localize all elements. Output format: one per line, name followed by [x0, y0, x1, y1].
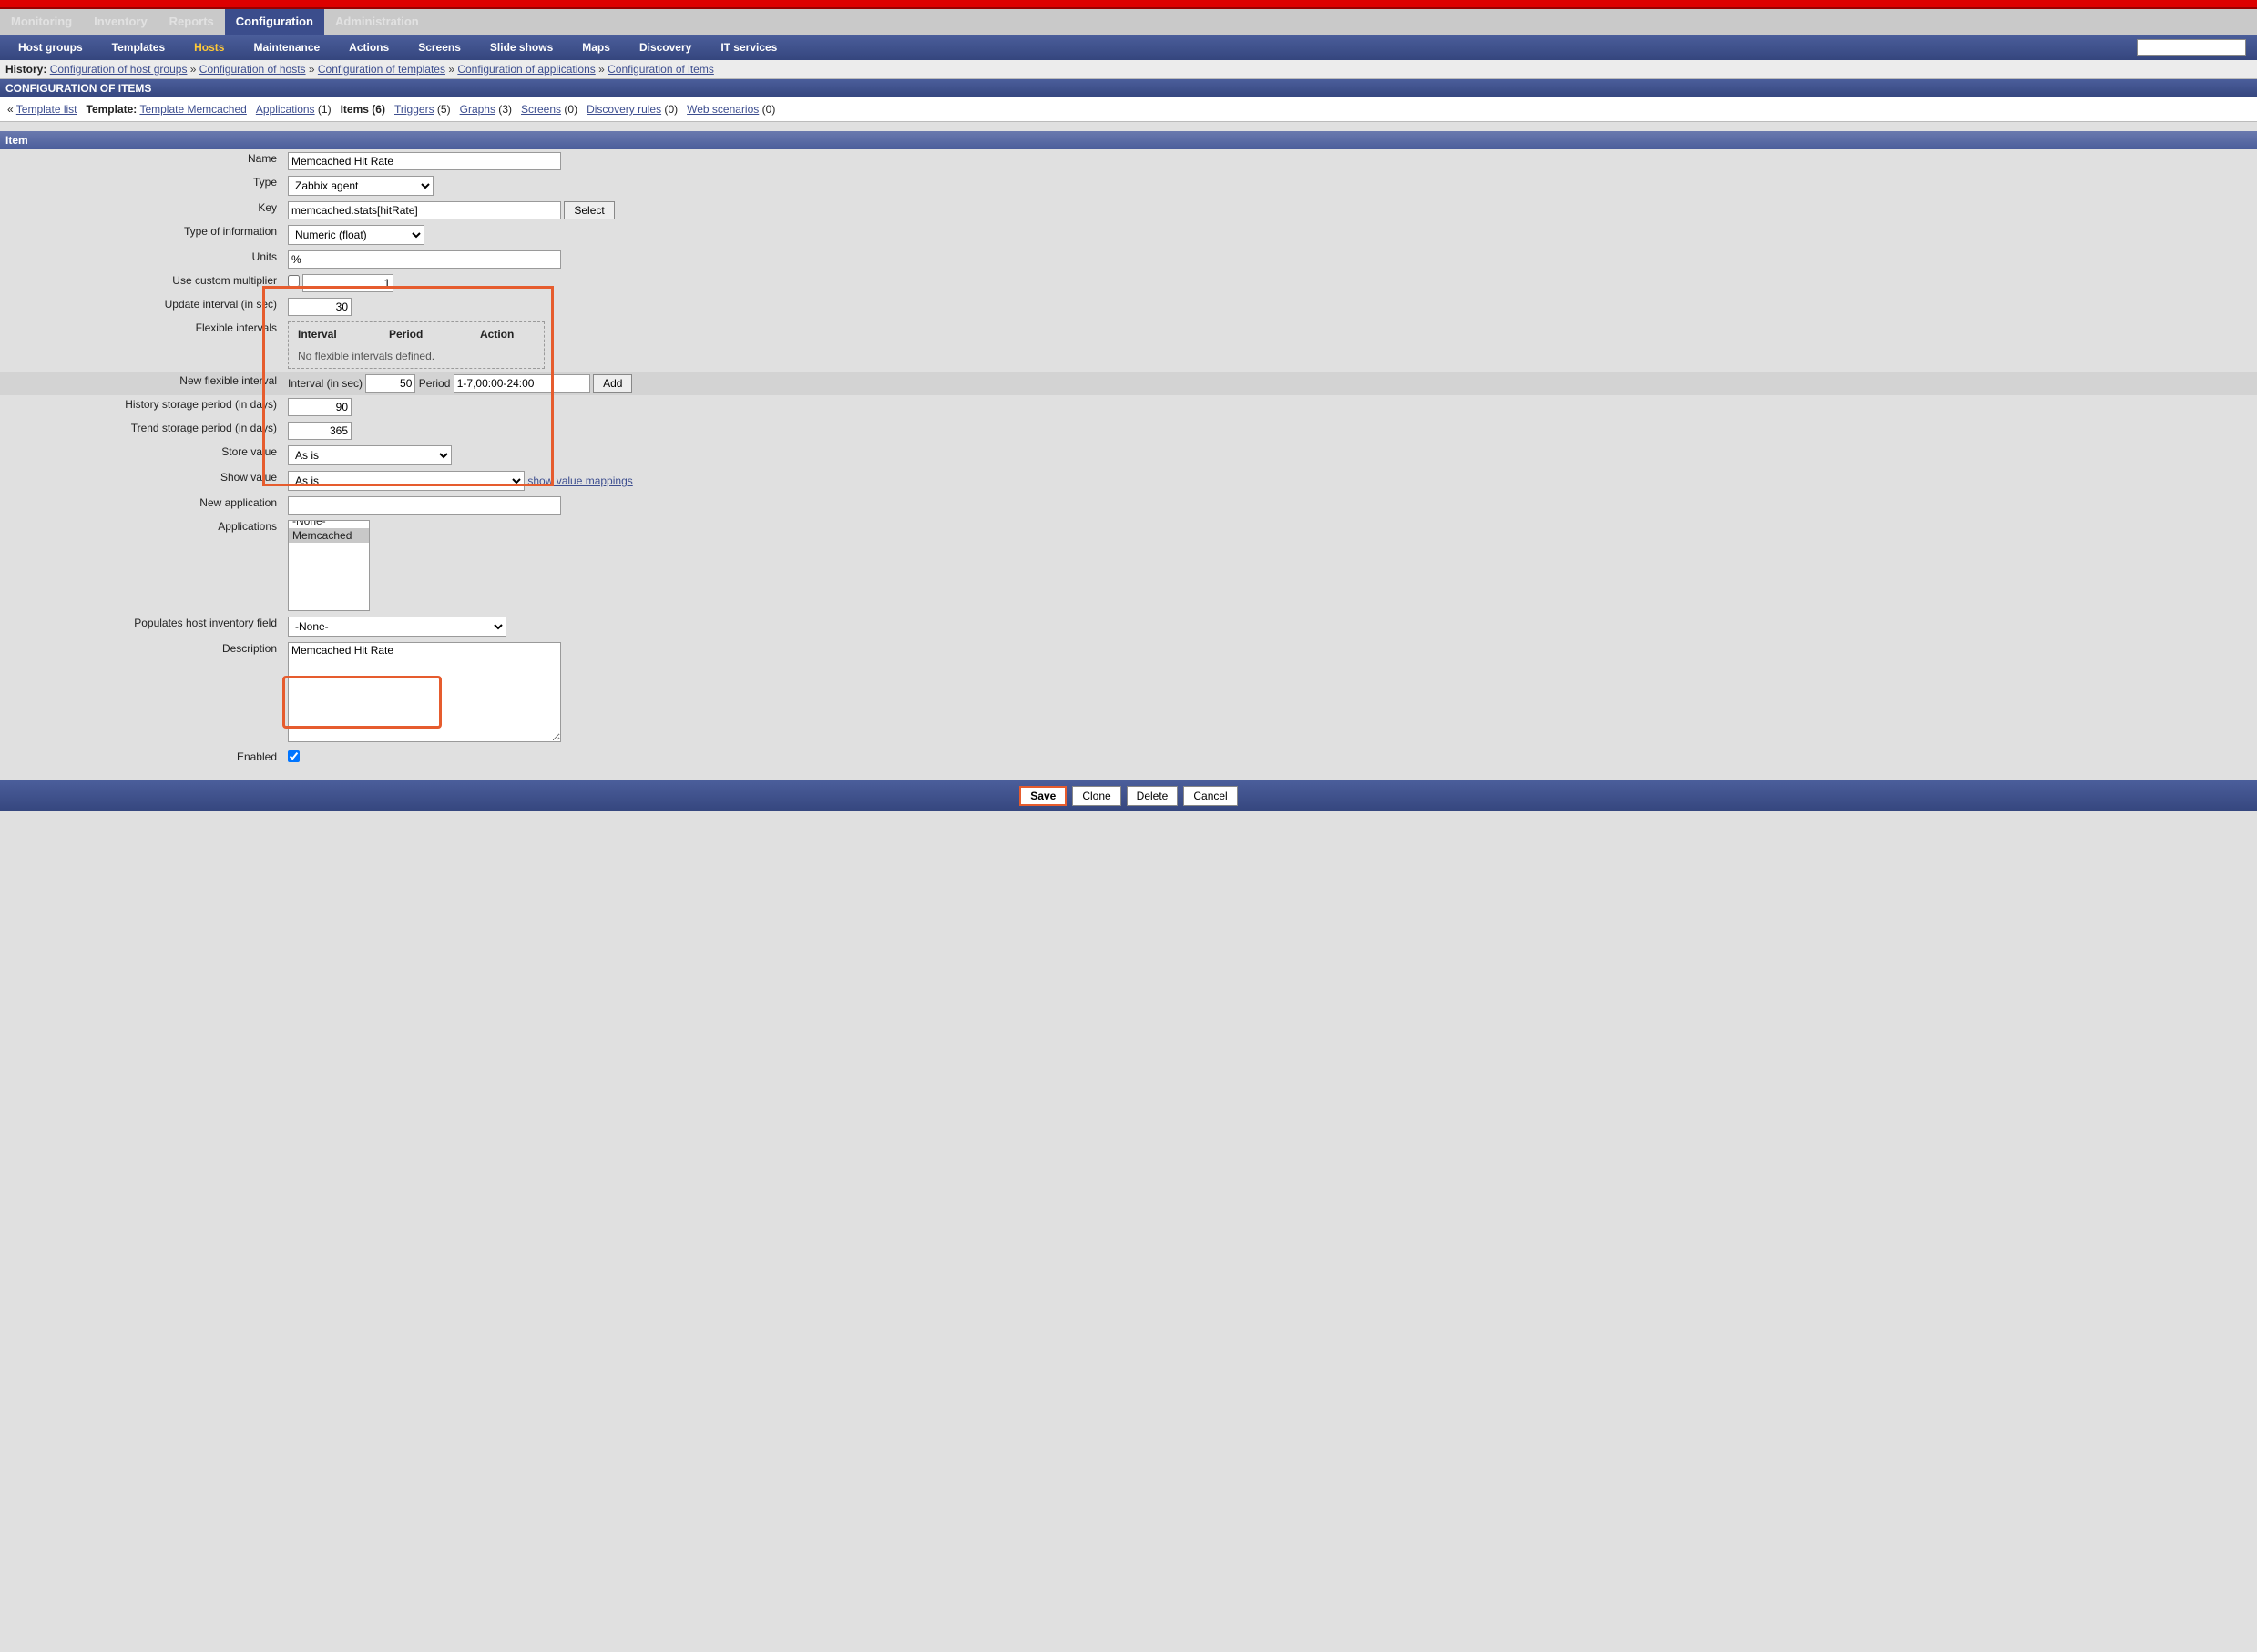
label-trend: Trend storage period (in days): [0, 419, 282, 443]
subnav-discovery[interactable]: Discovery: [625, 41, 706, 54]
subnav-itservices[interactable]: IT services: [706, 41, 791, 54]
newflex-add-button[interactable]: Add: [593, 374, 632, 393]
newapp-input[interactable]: [288, 496, 561, 515]
name-input[interactable]: [288, 152, 561, 170]
clone-button[interactable]: Clone: [1072, 786, 1120, 806]
template-name-link[interactable]: Template Memcached: [139, 103, 246, 116]
show-value-mappings-link[interactable]: show value mappings: [527, 474, 632, 487]
inventory-select[interactable]: -None-: [288, 617, 506, 637]
search-input[interactable]: [2137, 39, 2246, 56]
history-bar: History: Configuration of host groups » …: [0, 60, 2257, 79]
save-button[interactable]: Save: [1019, 786, 1067, 806]
breadcrumb: « Template list Template: Template Memca…: [0, 97, 2257, 122]
label-units: Units: [0, 248, 282, 271]
subnav-screens[interactable]: Screens: [403, 41, 475, 54]
key-select-button[interactable]: Select: [564, 201, 614, 219]
label-show: Show value: [0, 468, 282, 494]
crumb-screens[interactable]: Screens: [521, 103, 561, 116]
nav-configuration[interactable]: Configuration: [225, 9, 324, 35]
subnav-maintenance[interactable]: Maintenance: [239, 41, 334, 54]
units-input[interactable]: [288, 250, 561, 269]
label-apps: Applications: [0, 517, 282, 614]
label-typeinfo: Type of information: [0, 222, 282, 248]
history-link[interactable]: Configuration of applications: [457, 63, 595, 76]
subnav-hostgroups[interactable]: Host groups: [4, 41, 97, 54]
multiplier-checkbox[interactable]: [288, 275, 300, 287]
page-title: CONFIGURATION OF ITEMS: [0, 79, 2257, 97]
subnav-maps[interactable]: Maps: [567, 41, 625, 54]
crumb-web[interactable]: Web scenarios: [687, 103, 759, 116]
subnav-slideshows[interactable]: Slide shows: [475, 41, 567, 54]
flex-empty: No flexible intervals defined.: [298, 350, 535, 362]
type-select[interactable]: Zabbix agent: [288, 176, 434, 196]
label-history: History storage period (in days): [0, 395, 282, 419]
nav-reports[interactable]: Reports: [158, 9, 225, 35]
history-link[interactable]: Configuration of templates: [318, 63, 445, 76]
sub-nav: Host groups Templates Hosts Maintenance …: [0, 35, 2257, 60]
typeinfo-select[interactable]: Numeric (float): [288, 225, 424, 245]
description-textarea[interactable]: Memcached Hit Rate: [288, 642, 561, 742]
label-name: Name: [0, 149, 282, 173]
crumb-graphs[interactable]: Graphs: [460, 103, 495, 116]
cancel-button[interactable]: Cancel: [1183, 786, 1237, 806]
label-desc: Description: [0, 639, 282, 748]
label-newapp: New application: [0, 494, 282, 517]
multiplier-input[interactable]: [302, 274, 393, 292]
app-option[interactable]: -None-: [289, 520, 369, 528]
item-form: Name Type Zabbix agent Key Select Type o…: [0, 149, 2257, 768]
label-newflex: New flexible interval: [0, 372, 282, 395]
history-link[interactable]: Configuration of hosts: [199, 63, 306, 76]
label-enabled: Enabled: [0, 748, 282, 768]
nav-inventory[interactable]: Inventory: [83, 9, 158, 35]
app-option[interactable]: Memcached: [289, 528, 369, 543]
newflex-interval-input[interactable]: [365, 374, 415, 393]
label-key: Key: [0, 199, 282, 222]
crumb-discovery[interactable]: Discovery rules: [587, 103, 661, 116]
label-inv: Populates host inventory field: [0, 614, 282, 639]
label-flex: Flexible intervals: [0, 319, 282, 372]
applications-select[interactable]: -None- Memcached: [288, 520, 370, 611]
flex-intervals-box: IntervalPeriodAction No flexible interva…: [288, 321, 545, 369]
subnav-hosts[interactable]: Hosts: [179, 41, 239, 54]
crumb-triggers[interactable]: Triggers: [394, 103, 434, 116]
history-input[interactable]: [288, 398, 352, 416]
update-input[interactable]: [288, 298, 352, 316]
show-select[interactable]: As is: [288, 471, 525, 491]
nav-monitoring[interactable]: Monitoring: [0, 9, 83, 35]
store-select[interactable]: As is: [288, 445, 452, 465]
crumb-applications[interactable]: Applications: [256, 103, 315, 116]
trend-input[interactable]: [288, 422, 352, 440]
enabled-checkbox[interactable]: [288, 750, 300, 762]
key-input[interactable]: [288, 201, 561, 219]
history-link[interactable]: Configuration of host groups: [50, 63, 188, 76]
nav-administration[interactable]: Administration: [324, 9, 430, 35]
action-bar: Save Clone Delete Cancel: [0, 780, 2257, 811]
delete-button[interactable]: Delete: [1127, 786, 1179, 806]
template-list-link[interactable]: Template list: [16, 103, 77, 116]
label-multiplier: Use custom multiplier: [0, 271, 282, 295]
crumb-items: Items (6): [341, 103, 385, 116]
history-label: History:: [5, 63, 46, 76]
label-type: Type: [0, 173, 282, 199]
newflex-period-input[interactable]: [454, 374, 590, 393]
template-label: Template:: [87, 103, 138, 116]
label-update: Update interval (in sec): [0, 295, 282, 319]
history-link[interactable]: Configuration of items: [608, 63, 714, 76]
subnav-templates[interactable]: Templates: [97, 41, 179, 54]
section-title: Item: [0, 131, 2257, 149]
subnav-actions[interactable]: Actions: [334, 41, 403, 54]
label-store: Store value: [0, 443, 282, 468]
main-nav: Monitoring Inventory Reports Configurati…: [0, 9, 2257, 35]
